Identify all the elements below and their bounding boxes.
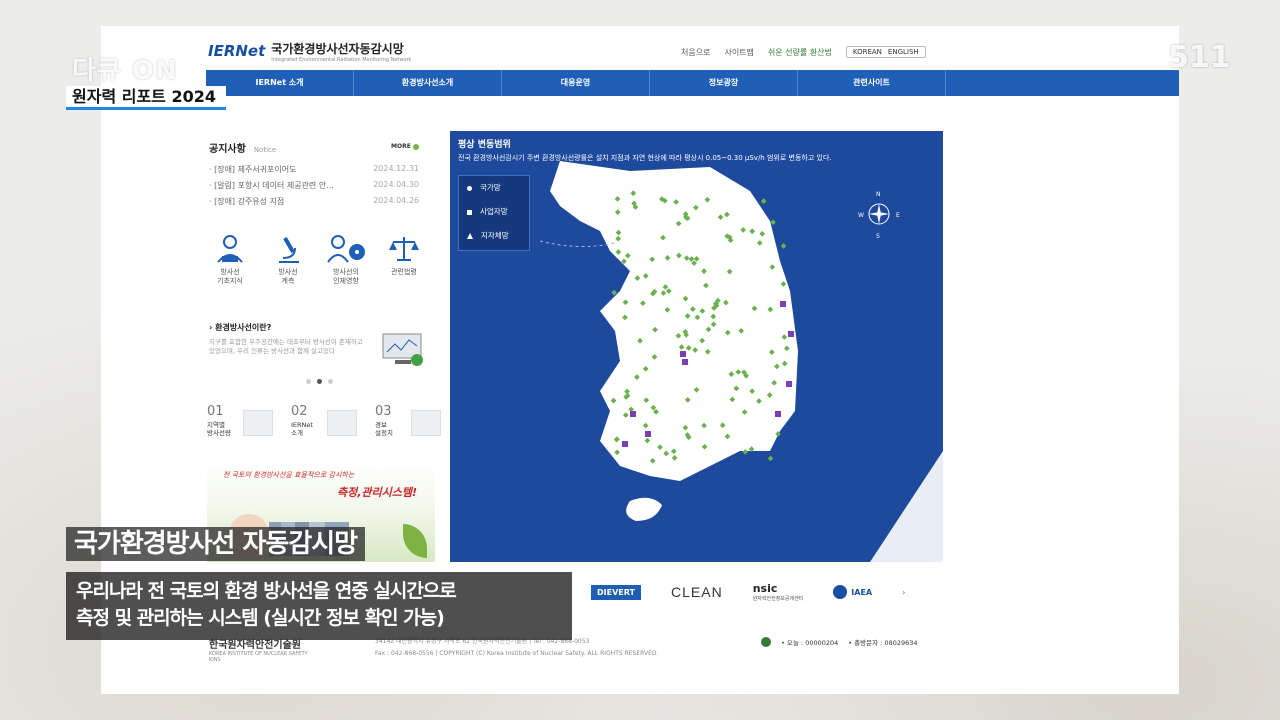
banner-line1: 전 국토의 환경방사선을 효율적으로 감시하는	[223, 471, 355, 479]
notice-heading: 공지사항 Notice	[209, 144, 277, 155]
operator-station-marker[interactable]	[645, 431, 651, 437]
list-item[interactable]: · [알림] 포항시 데이터 제공관련 안... 2024.04.30	[209, 180, 419, 196]
lang-english[interactable]: ENGLISH	[888, 48, 919, 56]
station-marker[interactable]	[611, 289, 618, 296]
home-link[interactable]: 처음으로	[681, 47, 710, 58]
legend-local[interactable]: 지자체망	[459, 224, 529, 248]
person-radiation-icon	[327, 235, 365, 263]
quick-health-effect[interactable]: 방사선의 인체영향	[321, 234, 371, 286]
nav-iernet-intro[interactable]: IERNet 소개	[206, 70, 354, 96]
station-marker[interactable]	[780, 243, 787, 249]
operator-station-marker[interactable]	[630, 411, 636, 417]
what-is-radiation-desc: 지구를 포함한 우주공간에는 태초부터 방사선이 존재하고 있었으며, 우리 인…	[209, 338, 363, 355]
caption-body: 우리나라 전 국토의 환경 방사선을 연중 실시간으로 측정 및 관리하는 시스템…	[66, 572, 572, 640]
main-nav: IERNet 소개 환경방사선소개 대응운영 정보광장 관련사이트	[206, 70, 1179, 96]
map-title: 평상 변동범위	[458, 140, 511, 150]
program-title: 원자력 리포트 2024	[66, 86, 226, 110]
person-book-icon	[217, 235, 243, 263]
quick-measurement[interactable]: 방사선 계측	[263, 234, 313, 286]
bar-chart-thumbnail	[243, 410, 273, 436]
quick-icons: 방사선 기초지식 방사선 계측 방사선의 인체영향 관련법령	[205, 234, 429, 286]
compass-icon: N S E W	[858, 191, 900, 240]
step-alarm-setting[interactable]: 03 경보 설정치	[375, 404, 447, 448]
visitor-counter: • 오늘 : 00000204 • 총방문자 : 08029634	[761, 637, 918, 647]
list-item[interactable]: · [장애] 제주서귀포이어도 2024.12.31	[209, 164, 419, 180]
operator-station-marker[interactable]	[775, 411, 781, 417]
japan-coast-shape	[870, 451, 943, 562]
circle-marker-icon	[467, 185, 472, 191]
globe-icon	[761, 637, 771, 647]
mainland-shape	[550, 161, 798, 481]
leaf-illustration	[403, 524, 427, 558]
quick-basic-knowledge[interactable]: 방사선 기초지식	[205, 234, 255, 286]
logo-title: 국가환경방사선자동감시망	[271, 42, 404, 56]
globe-thumbnail	[327, 410, 357, 436]
iernet-logo-mark: IERNet	[208, 41, 266, 60]
operator-station-marker[interactable]	[680, 351, 686, 357]
what-is-radiation-title[interactable]: › 환경방사선이란?	[209, 322, 271, 333]
square-marker-icon	[467, 209, 472, 215]
shortcut-steps: 01 지역별 방사선량 02 IERNet 소개 03 경보 설정치	[207, 404, 447, 448]
alarm-thumbnail	[411, 410, 441, 436]
quick-law[interactable]: 관련법령	[379, 234, 429, 286]
microscope-icon	[279, 237, 299, 263]
notice-more-button[interactable]: MORE	[391, 143, 419, 150]
channel-number: 511	[1168, 40, 1231, 75]
top-links: 처음으로 사이트맵 쉬운 선량률 환산법 KOREAN ENGLISH	[681, 46, 926, 58]
pager-dot[interactable]	[306, 379, 311, 384]
chevron-right-icon[interactable]: ›	[902, 588, 905, 597]
operator-station-marker[interactable]	[622, 441, 628, 447]
station-marker[interactable]	[767, 455, 774, 462]
radiation-map-panel: 평상 변동범위 전국 환경방사선감시기 주변 환경방사선량률은 설치 지점과 자…	[450, 131, 943, 562]
nav-radiation-intro[interactable]: 환경방사선소개	[354, 70, 502, 96]
slide-pager	[306, 379, 333, 384]
step-iernet-intro[interactable]: 02 IERNet 소개	[291, 404, 363, 448]
banner-line2: 측정,관리시스템!	[337, 486, 418, 499]
plus-icon	[412, 143, 419, 150]
step-regional-dose[interactable]: 01 지역별 방사선량	[207, 404, 279, 448]
site-logo[interactable]: IERNet 국가환경방사선자동감시망 Integrated Environme…	[208, 38, 412, 64]
nav-related-sites[interactable]: 관련사이트	[798, 70, 946, 96]
caption-title: 국가환경방사선 자동감시망	[66, 527, 366, 561]
lang-korean[interactable]: KOREAN	[853, 48, 882, 56]
operator-station-marker[interactable]	[682, 359, 688, 365]
legend-national[interactable]: 국가망	[459, 176, 529, 200]
list-item[interactable]: · [장애] 강주유성 지점 2024.04.26	[209, 196, 419, 212]
jeju-island-shape	[626, 497, 662, 521]
station-marker[interactable]	[770, 219, 776, 226]
station-marker[interactable]	[760, 198, 767, 204]
map-legend: 국가망 사업자망 지자체망	[458, 175, 530, 251]
pager-dot[interactable]	[317, 379, 322, 384]
easy-dose-link[interactable]: 쉬운 선량률 환산법	[768, 47, 832, 58]
notice-heading-en: Notice	[253, 146, 277, 154]
operator-station-marker[interactable]	[786, 381, 792, 387]
sitemap-link[interactable]: 사이트맵	[724, 47, 753, 58]
operator-station-marker[interactable]	[780, 301, 786, 307]
partner-iaea[interactable]: IAEA	[833, 585, 872, 599]
pager-dot[interactable]	[328, 379, 333, 384]
operator-station-marker[interactable]	[788, 331, 794, 337]
partner-clean[interactable]: CLEAN	[671, 584, 723, 600]
language-switch: KOREAN ENGLISH	[845, 46, 926, 58]
logo-subtitle: Integrated Environmental Radiation Monit…	[271, 57, 412, 63]
legend-operator[interactable]: 사업자망	[459, 200, 529, 224]
channel-brand: 다큐 ON	[72, 56, 178, 86]
scale-icon	[389, 237, 419, 261]
iaea-logo-icon	[833, 585, 848, 599]
partner-links: DIEVERT CLEAN nsic 원자력안전정보공개센터 IAEA ›	[591, 582, 905, 602]
partner-dievert[interactable]: DIEVERT	[591, 584, 641, 600]
notice-list: · [장애] 제주서귀포이어도 2024.12.31 · [알림] 포항시 데이터…	[209, 164, 419, 212]
kins-logo: 한국원자력안전기술원 KOREA INSTITUTE OF NUCLEAR SAF…	[209, 640, 308, 663]
map-desc: 전국 환경방사선감시기 주변 환경방사선량률은 설치 지점과 자연 현상에 따라…	[458, 154, 832, 162]
monitor-icon	[382, 333, 423, 366]
nav-operation[interactable]: 대응운영	[502, 70, 650, 96]
nav-info[interactable]: 정보광장	[650, 70, 798, 96]
partner-nsic[interactable]: nsic 원자력안전정보공개센터	[753, 582, 804, 602]
triangle-marker-icon	[467, 233, 473, 239]
